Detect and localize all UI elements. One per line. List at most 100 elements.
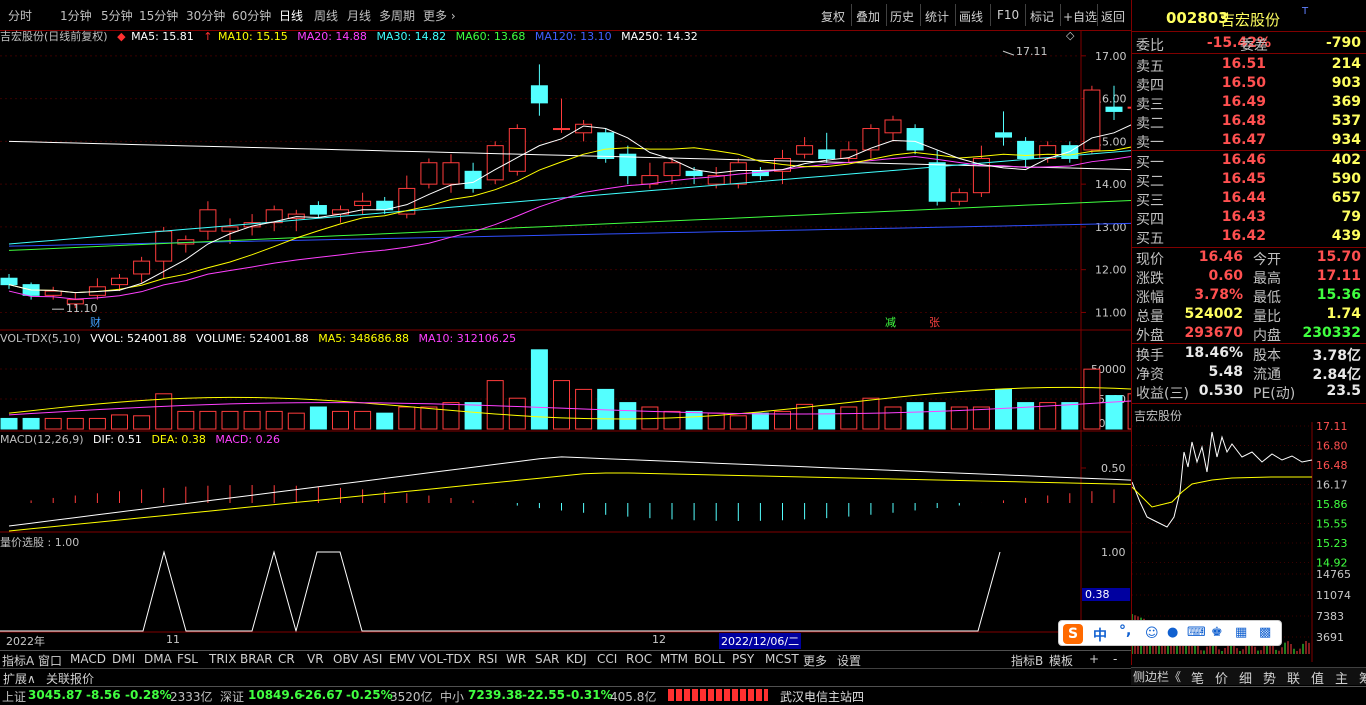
- period-tab-5min[interactable]: 5分钟: [101, 7, 133, 24]
- sell-row[interactable]: 卖一 16.47 934: [1136, 131, 1363, 151]
- volume-bar: [464, 402, 482, 430]
- period-tab-daily[interactable]: 日线: [279, 7, 303, 24]
- buy-row[interactable]: 买三 16.44 657: [1136, 189, 1363, 209]
- skin-icon[interactable]: ♚: [1211, 625, 1223, 640]
- right-nav-tab[interactable]: 联: [1287, 668, 1300, 687]
- period-tab-fenshi[interactable]: 分时: [8, 7, 32, 24]
- draw-button[interactable]: 画线: [959, 8, 983, 25]
- dif-line: [8, 456, 1131, 527]
- indicator-title: 量价选股 : 1.00: [0, 536, 80, 549]
- period-tab-1min[interactable]: 1分钟: [60, 7, 92, 24]
- history-button[interactable]: 历史: [890, 8, 914, 25]
- indicator-tab[interactable]: PSY: [732, 652, 754, 666]
- ime-punct-mode[interactable]: °,: [1119, 623, 1131, 639]
- ime-chinese-mode[interactable]: 中: [1093, 625, 1107, 645]
- indicator-tab[interactable]: RSI: [478, 652, 498, 666]
- period-tab-multi[interactable]: 多周期: [379, 7, 415, 24]
- indicator-tab[interactable]: WR: [506, 652, 526, 666]
- overlay-button[interactable]: 叠加: [856, 8, 880, 25]
- add-favorite-button[interactable]: +自选: [1063, 8, 1097, 25]
- toolbox-icon[interactable]: ▦: [1235, 625, 1247, 640]
- sell-row[interactable]: 卖四 16.50 903: [1136, 74, 1363, 94]
- sell-row[interactable]: 卖五 16.51 214: [1136, 55, 1363, 75]
- right-nav-tab[interactable]: 筹: [1359, 668, 1366, 687]
- back-button[interactable]: 返回: [1101, 8, 1125, 25]
- sell-row[interactable]: 卖三 16.49 369: [1136, 93, 1363, 113]
- gear-icon[interactable]: ◆: [117, 30, 125, 43]
- indicator-tab[interactable]: ROC: [626, 652, 652, 666]
- f10-button[interactable]: F10: [997, 8, 1019, 22]
- right-nav-tab[interactable]: 侧边栏《: [1133, 668, 1181, 685]
- mini-axis-label: 11074: [1316, 589, 1351, 602]
- emoji-icon[interactable]: ☺: [1145, 626, 1159, 641]
- indicator-tab[interactable]: TRIX: [209, 652, 236, 666]
- buy-row[interactable]: 买一 16.46 402: [1136, 151, 1363, 171]
- indicator-b-control[interactable]: +: [1089, 652, 1099, 666]
- buy-level-label: 买四: [1136, 212, 1164, 228]
- indicator-tab[interactable]: MTM: [660, 652, 688, 666]
- stats-button[interactable]: 统计: [925, 8, 949, 25]
- price-axis-label: 11.00: [1095, 306, 1127, 319]
- indicator-tab[interactable]: DMA: [144, 652, 172, 666]
- kline-chart-area[interactable]: 17.00 16.00 15.00 14.00 13.00 12.00 11.00 17.11…: [0, 30, 1131, 649]
- right-nav-tab[interactable]: 值: [1311, 668, 1324, 687]
- buy-row[interactable]: 买四 16.43 79: [1136, 208, 1363, 228]
- right-nav-tab[interactable]: 势: [1263, 668, 1276, 687]
- indicator-tab[interactable]: EMV: [389, 652, 415, 666]
- mark-button[interactable]: 标记: [1030, 8, 1054, 25]
- indicator-tab[interactable]: OBV: [333, 652, 359, 666]
- indicator-tab[interactable]: ASI: [363, 652, 382, 666]
- time-label-year: 2022年: [6, 635, 45, 648]
- expand-button[interactable]: 扩展∧: [3, 670, 36, 687]
- buy-row[interactable]: 买五 16.42 439: [1136, 227, 1363, 247]
- buy-row[interactable]: 买二 16.45 590: [1136, 170, 1363, 190]
- volume-bar: [685, 410, 703, 430]
- sell-level-label: 卖一: [1136, 135, 1164, 151]
- indicator-tab[interactable]: SAR: [535, 652, 559, 666]
- indicator-b-control[interactable]: 模板: [1049, 652, 1073, 669]
- sell-row[interactable]: 卖二 16.48 537: [1136, 112, 1363, 132]
- indicator-tab[interactable]: VOL-TDX: [419, 652, 471, 666]
- menu-grid-icon[interactable]: ▩: [1259, 625, 1271, 640]
- indicator-tab[interactable]: FSL: [177, 652, 198, 666]
- right-nav-tab[interactable]: 主: [1335, 668, 1348, 687]
- related-quotes-button[interactable]: 关联报价: [46, 670, 94, 687]
- volume-bar: [1105, 395, 1123, 430]
- indicator-tab[interactable]: KDJ: [566, 652, 587, 666]
- stat-label: 今开: [1253, 252, 1281, 268]
- indicator-tab[interactable]: 窗口: [38, 652, 62, 669]
- indicator-tab[interactable]: CR: [278, 652, 295, 666]
- indicator-tab[interactable]: MCST: [765, 652, 799, 666]
- indicator-tab[interactable]: 更多: [803, 652, 827, 669]
- period-tab-15min[interactable]: 15分钟: [139, 7, 178, 24]
- sz-amount: 3520亿: [390, 690, 433, 704]
- vol-legend: VOL-TDX(5,10) VVOL: 524001.88 VOLUME: 52…: [0, 332, 522, 345]
- period-tab-60min[interactable]: 60分钟: [232, 7, 271, 24]
- indicator-b-control[interactable]: 指标B: [1011, 652, 1043, 669]
- indicator-tab[interactable]: DMI: [112, 652, 135, 666]
- period-tab-monthly[interactable]: 月线: [347, 7, 371, 24]
- sell-volume: 214: [1331, 56, 1361, 72]
- vol-title: VOL-TDX(5,10): [0, 332, 81, 345]
- indicator-tab[interactable]: BOLL: [694, 652, 725, 666]
- keyboard-icon[interactable]: ⌨: [1187, 625, 1206, 640]
- right-nav-tab[interactable]: 笔: [1191, 668, 1204, 687]
- indicator-tab[interactable]: BRAR: [240, 652, 273, 666]
- indicator-tab[interactable]: 设置: [837, 652, 861, 669]
- right-nav-tab[interactable]: 细: [1239, 668, 1252, 687]
- mic-icon[interactable]: ●: [1167, 625, 1178, 640]
- period-tab-weekly[interactable]: 周线: [314, 7, 338, 24]
- stat-row: 外盘 293670 内盘 230332: [1136, 324, 1363, 344]
- indicator-tab[interactable]: MACD: [70, 652, 106, 666]
- volume-bar: [265, 410, 283, 430]
- indicator-tab[interactable]: VR: [307, 652, 324, 666]
- volume-bar: [22, 417, 40, 430]
- period-more-button[interactable]: 更多 ›: [423, 7, 456, 24]
- right-nav-tab[interactable]: 价: [1215, 668, 1228, 687]
- period-tab-30min[interactable]: 30分钟: [186, 7, 225, 24]
- fuquan-button[interactable]: 复权: [821, 8, 845, 25]
- ime-toolbar[interactable]: S 中 °, ☺ ● ⌨ ♚ ▦ ▩: [1058, 620, 1282, 646]
- indicator-tab[interactable]: 指标A: [2, 652, 34, 669]
- indicator-tab[interactable]: CCI: [597, 652, 617, 666]
- indicator-b-control[interactable]: -: [1113, 652, 1117, 666]
